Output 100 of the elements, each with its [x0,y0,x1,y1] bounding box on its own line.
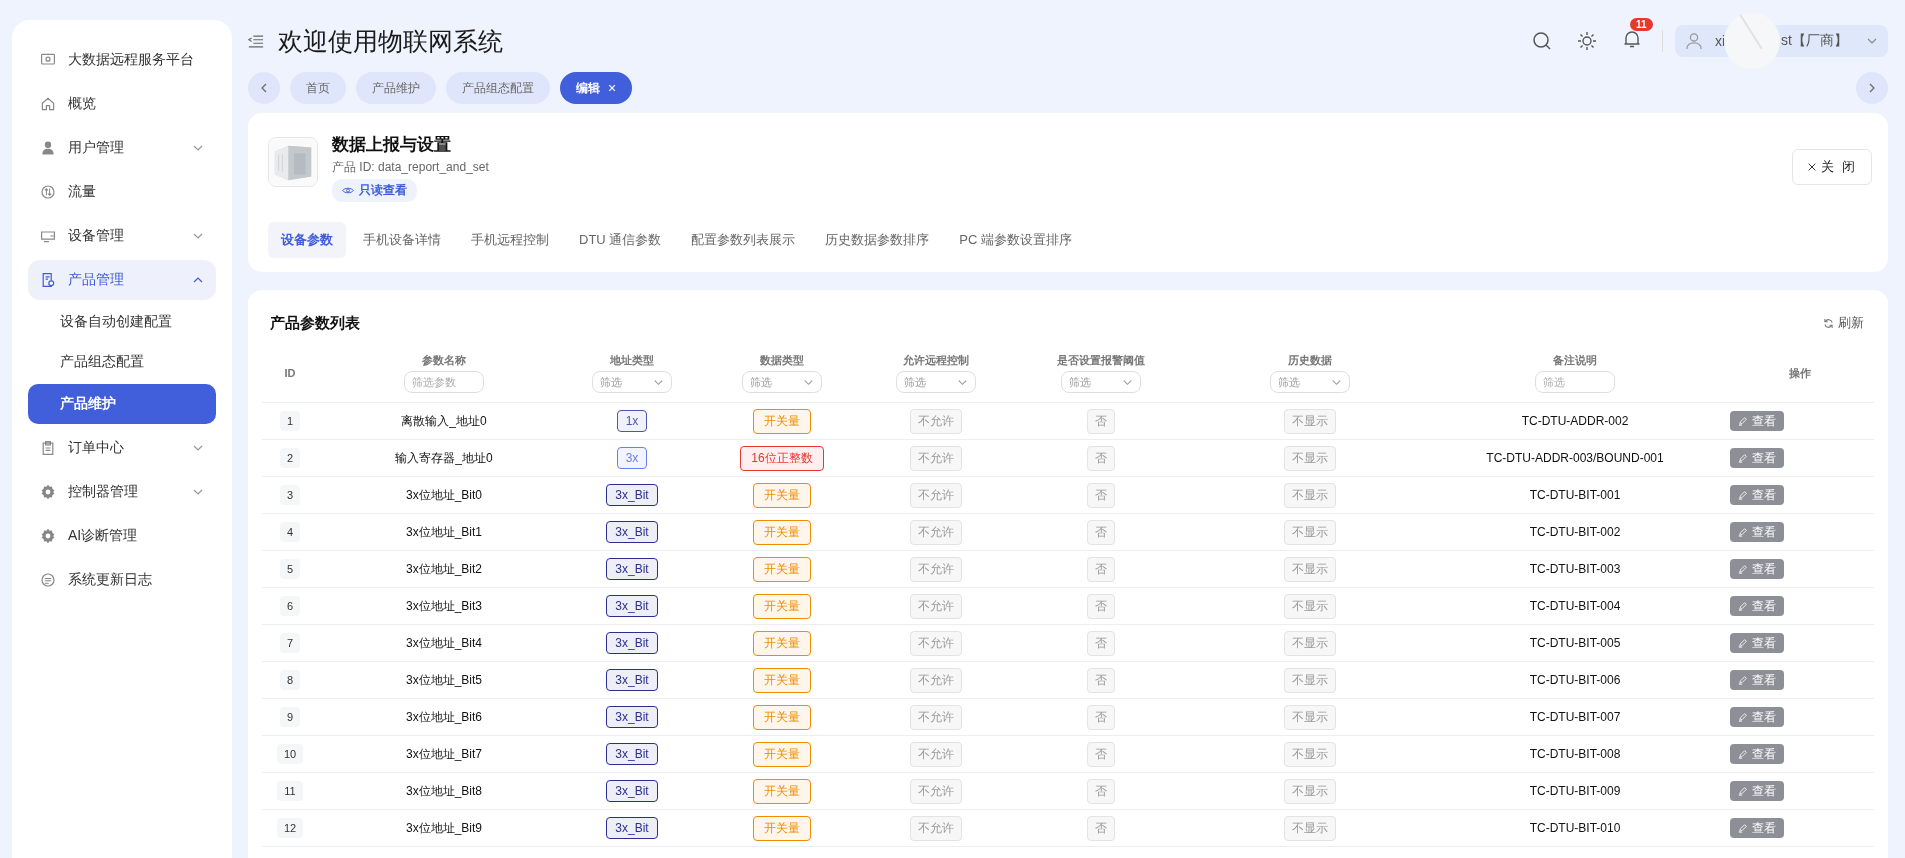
sidebar-subitem[interactable]: 设备自动创建配置 [28,304,216,340]
filter-field[interactable]: 筛选 [1535,371,1615,393]
log-icon [40,572,56,588]
view-button[interactable]: 查看 [1730,448,1784,468]
view-button[interactable]: 查看 [1730,707,1784,727]
remote-control-tag: 不允许 [910,593,962,619]
column-header: 备注说明 [1553,353,1597,368]
address-type-tag: 3x_Bit [606,484,658,506]
parameter-name: 3x位地址_Bit5 [406,671,482,689]
remote-control-tag: 不允许 [910,815,962,841]
sidebar-item[interactable]: 系统更新日志 [28,560,216,600]
history-data-tag: 不显示 [1284,741,1336,767]
view-button[interactable]: 查看 [1730,670,1784,690]
remote-control-tag: 不允许 [910,556,962,582]
row-id: 7 [279,633,301,653]
sidebar-subitem[interactable]: 产品维护 [28,384,216,424]
page-tab[interactable]: 产品组态配置 [446,72,550,104]
refresh-icon [1823,317,1834,329]
column-header: 是否设置报警阈值 [1057,353,1145,368]
view-button[interactable]: 查看 [1730,559,1784,579]
view-button[interactable]: 查看 [1730,781,1784,801]
history-data-tag: 不显示 [1284,519,1336,545]
monitor-icon [40,52,56,68]
filter-dropdown[interactable]: 筛选 [1061,371,1141,393]
sidebar-item[interactable]: 设备管理 [28,216,216,256]
row-id: 4 [279,522,301,542]
document-gear-icon [40,272,56,288]
address-type-tag: 3x_Bit [606,558,658,580]
content-tab[interactable]: 设备参数 [268,222,346,258]
notification-badge: 11 [1630,18,1653,31]
note-text: TC-DTU-ADDR-002 [1521,414,1629,428]
content-tab[interactable]: 配置参数列表展示 [678,222,809,258]
row-id: 6 [279,596,301,616]
content-tab[interactable]: 手机设备详情 [350,222,454,258]
view-button[interactable]: 查看 [1730,411,1784,431]
sun-icon[interactable] [1577,31,1597,51]
filter-dropdown[interactable]: 筛选 [742,371,822,393]
sidebar-item[interactable]: 用户管理 [28,128,216,168]
table-title: 产品参数列表 [269,313,360,333]
pencil-icon [1738,453,1748,463]
home-icon [40,96,56,112]
pencil-icon [1738,416,1748,426]
view-button[interactable]: 查看 [1730,485,1784,505]
view-button[interactable]: 查看 [1730,633,1784,653]
sidebar-item[interactable]: AI诊断管理 [28,516,216,556]
column-header: 操作 [1789,365,1811,381]
sidebar-item[interactable]: 大数据远程服务平台 [28,40,216,80]
alarm-threshold-tag: 否 [1087,704,1115,730]
data-type-tag: 开关量 [753,815,811,841]
data-type-tag: 开关量 [753,556,811,582]
search-icon[interactable] [1532,31,1552,51]
content-tab[interactable]: 历史数据参数排序 [812,222,943,258]
content-tab[interactable]: 手机远程控制 [458,222,562,258]
content-tab[interactable]: PC 端参数设置排序 [946,222,1085,258]
view-button[interactable]: 查看 [1730,744,1784,764]
close-icon [1807,162,1818,172]
sidebar-item[interactable]: 订单中心 [28,428,216,468]
note-text: TC-DTU-BIT-003 [1529,562,1621,576]
row-id: 1 [279,411,301,431]
sidebar-subitem[interactable]: 产品组态配置 [28,344,216,380]
parameter-name: 3x位地址_Bit4 [406,634,482,652]
filter-dropdown[interactable]: 筛选 [592,371,672,393]
page-tab[interactable]: 首页 [290,72,346,104]
device-icon [40,228,56,244]
data-type-tag: 开关量 [753,408,811,434]
parameter-name: 3x位地址_Bit8 [406,782,482,800]
history-data-tag: 不显示 [1284,778,1336,804]
pencil-icon [1738,712,1748,722]
refresh-button[interactable]: 刷新 [1813,314,1874,332]
sidebar-item[interactable]: 流量 [28,172,216,212]
bell-icon[interactable] [1622,29,1642,49]
content-tab[interactable]: DTU 通信参数 [566,222,675,258]
menu-collapse-icon[interactable] [248,34,264,48]
remote-control-tag: 不允许 [910,519,962,545]
pencil-icon [1738,749,1748,759]
data-type-tag: 开关量 [753,704,811,730]
alarm-threshold-tag: 否 [1087,667,1115,693]
close-button[interactable]: 关 闭 [1792,149,1872,185]
filter-dropdown[interactable]: 筛选 [1270,371,1350,393]
filter-dropdown[interactable]: 筛选 [896,371,976,393]
address-type-tag: 1x [616,410,648,432]
page-tab[interactable]: 编辑 × [560,72,633,104]
alarm-threshold-tag: 否 [1087,556,1115,582]
sidebar-item[interactable]: 控制器管理 [28,472,216,512]
column-header: 数据类型 [760,353,804,368]
row-id: 2 [279,448,301,468]
view-button[interactable]: 查看 [1730,818,1784,838]
view-button[interactable]: 查看 [1730,522,1784,542]
remote-control-tag: 不允许 [910,741,962,767]
row-id: 11 [277,781,303,801]
filter-field[interactable]: 筛选参数 [404,371,484,393]
address-type-tag: 3x [616,447,648,469]
alarm-threshold-tag: 否 [1087,778,1115,804]
sidebar-item[interactable]: 产品管理 [28,260,216,300]
view-button[interactable]: 查看 [1730,596,1784,616]
page-tab[interactable]: 产品维护 [356,72,436,104]
note-text: TC-DTU-BIT-006 [1529,673,1621,687]
sidebar-item[interactable]: 概览 [28,84,216,124]
note-text: TC-DTU-BIT-002 [1529,525,1621,539]
column-header: 地址类型 [610,353,654,368]
